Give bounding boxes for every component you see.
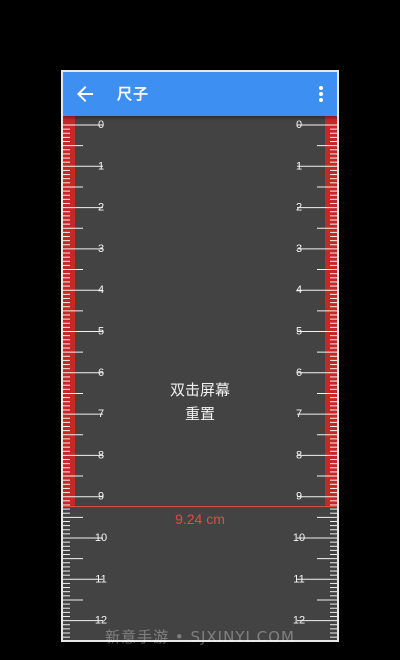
ruler-right-label: 6	[296, 367, 302, 379]
ruler-left-label: 8	[98, 449, 104, 461]
ruler-right-label: 5	[296, 326, 302, 338]
reset-hint-line2: 重置	[184, 405, 215, 423]
ruler-canvas[interactable]: 0 1 2 3 4 5 6 7 8 9 10 11 12 0 1 2 3 4 5 6 7 8 9 10 11 12 双击屏幕 重置…	[63, 116, 337, 640]
ruler-right-label: 9	[296, 491, 302, 503]
ruler-right-label: 0	[296, 119, 302, 131]
ruler-right-label: 3	[296, 243, 302, 255]
reset-hint: 双击屏幕 重置	[63, 378, 337, 426]
ruler-right-label: 4	[296, 284, 302, 296]
phone-screen: 尺子 0 1 2 3 4 5 6 7 8 9 10 11 12 0 1 2 3 4 5 6 7 8 9 10 11 12 双击屏幕…	[61, 70, 339, 642]
arrow-left-icon[interactable]	[73, 82, 97, 106]
measurement-readout: 9.24 cm	[175, 510, 225, 527]
ruler-left-label: 2	[98, 202, 104, 214]
reset-hint-line1: 双击屏幕	[169, 381, 230, 399]
app-bar: 尺子	[63, 72, 337, 116]
ruler-left-label: 12	[95, 615, 107, 627]
watermark: 新意手游 • SJXINYI.COM	[105, 628, 295, 646]
ruler-right-label: 8	[296, 449, 302, 461]
ruler-right-label: 12	[293, 615, 305, 627]
ruler-left-label: 4	[98, 284, 104, 296]
ruler-left-label: 6	[98, 367, 104, 379]
ruler-right-label: 11	[293, 573, 304, 585]
ruler-right-label: 1	[296, 160, 302, 172]
ruler-left-label: 11	[95, 573, 106, 585]
ruler-left-label: 5	[98, 326, 104, 338]
ruler-left-label: 9	[98, 491, 104, 503]
ruler-left-label: 3	[98, 243, 104, 255]
ruler-left-label: 0	[98, 119, 104, 131]
ruler-right-label: 10	[293, 532, 305, 544]
page-title: 尺子	[117, 85, 150, 103]
ruler-left-label: 10	[95, 532, 107, 544]
more-vert-icon[interactable]	[311, 82, 331, 106]
ruler-left-label: 1	[98, 160, 104, 172]
ruler-right-label: 2	[296, 202, 302, 214]
